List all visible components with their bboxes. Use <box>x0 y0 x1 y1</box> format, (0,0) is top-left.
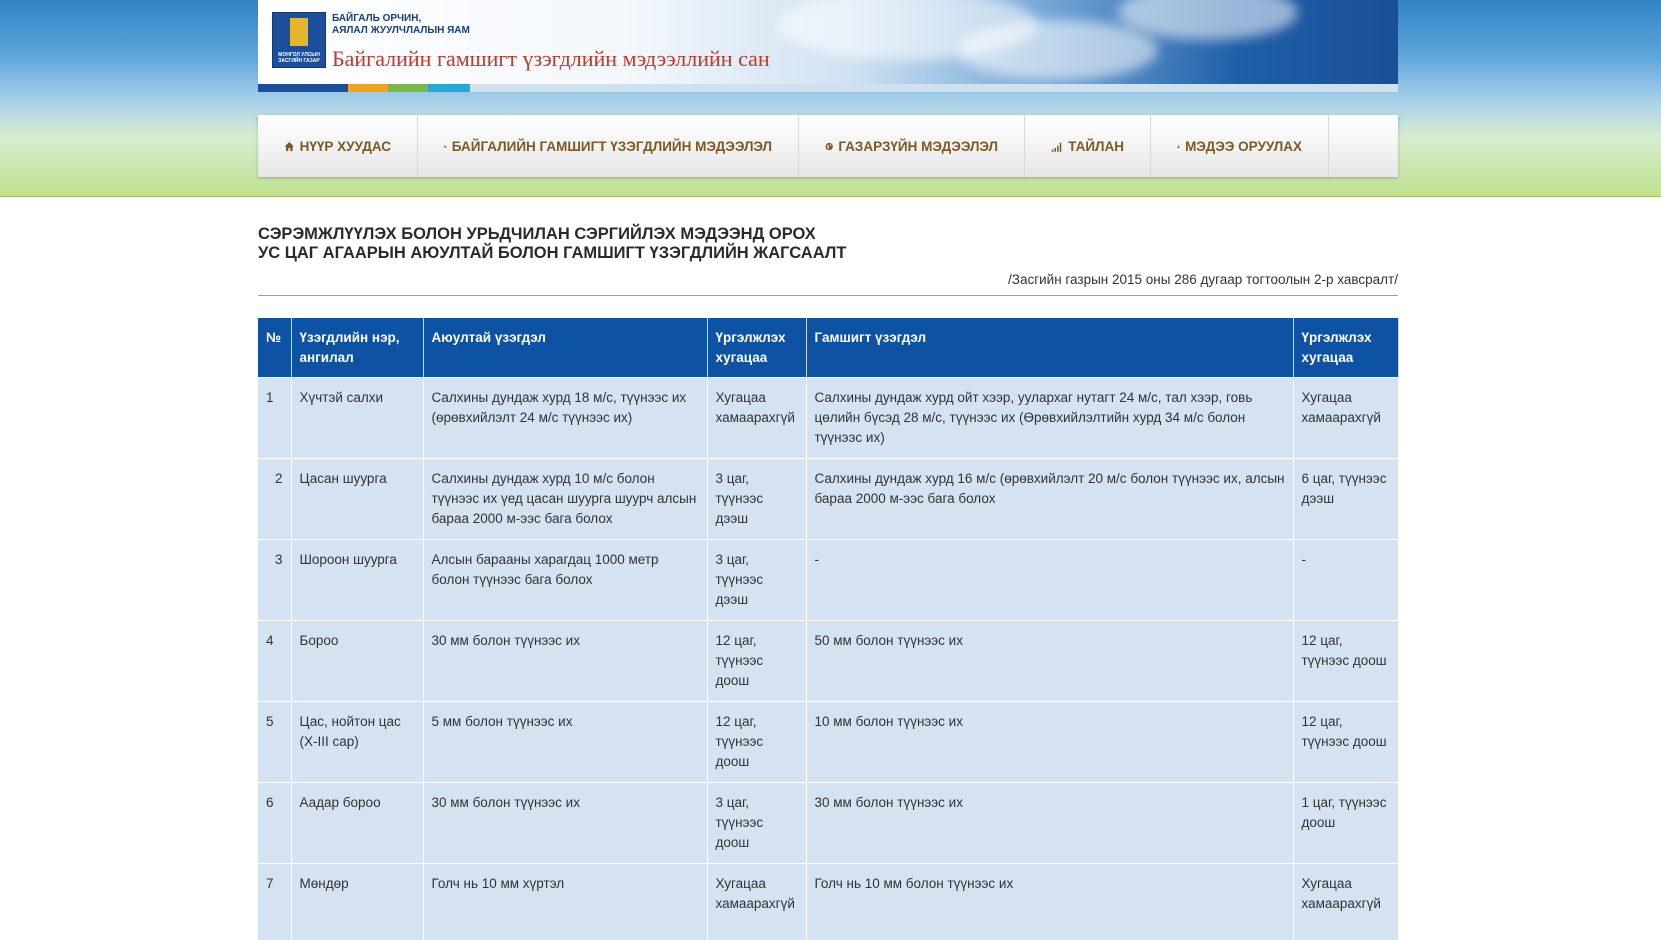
nav-item-label: ТАЙЛАН <box>1068 139 1124 154</box>
table-cell: 1 <box>258 378 291 459</box>
nav-item-label: НҮҮР ХУУДАС <box>300 139 391 154</box>
emblem-caption: МОНГОЛ УЛСЫН ЗАСГИЙН ГАЗАР <box>275 52 323 64</box>
column-header: Үргэлжлэх хугацаа <box>707 318 806 378</box>
column-header: № <box>258 318 291 378</box>
table-row: 6 Аадар бороо 30 мм болон түүнээс их 3 ц… <box>258 783 1398 864</box>
table-row: 2 Цасан шуурга Салхины дундаж хурд 10 м/… <box>258 459 1398 540</box>
nav-item-submit-news[interactable]: МЭДЭЭ ОРУУЛАХ <box>1151 115 1329 177</box>
table-cell: 6 цаг, түүнээс дээш <box>1293 459 1398 540</box>
globe-icon <box>825 140 833 153</box>
table-cell: Аадар бороо <box>291 783 423 864</box>
table-cell: Бороо <box>291 621 423 702</box>
table-cell: - <box>1293 540 1398 621</box>
table-cell: 12 цаг, түүнээс доош <box>707 621 806 702</box>
color-stripe <box>388 84 428 92</box>
table-cell: 12 цаг, түүнээс доош <box>1293 702 1398 783</box>
cloud-decoration <box>1118 0 1298 40</box>
table-cell: Хугацаа хамаарахгүй <box>707 378 806 459</box>
table-cell: 3 цаг, түүнээс доош <box>707 783 806 864</box>
table-cell: 10 мм болон түүнээс их <box>806 702 1293 783</box>
nav-item-label: БАЙГАЛИЙН ГАМШИГТ ҮЗЭГДЛИЙН МЭДЭЭЛЭЛ <box>452 139 772 154</box>
nav-item-geographic-info[interactable]: ГАЗАРЗҮЙН МЭДЭЭЛЭЛ <box>799 115 1025 177</box>
table-cell: Салхины дундаж хурд 10 м/с болон түүнээс… <box>423 459 707 540</box>
table-cell: 12 цаг, түүнээс доош <box>707 702 806 783</box>
divider <box>258 295 1398 296</box>
table-cell: - <box>806 540 1293 621</box>
cloud-decoration <box>958 20 1158 80</box>
table-cell: Мөндөр <box>291 864 423 940</box>
nav-item-label: ГАЗАРЗҮЙН МЭДЭЭЛЭЛ <box>838 139 998 154</box>
soyombo-icon <box>290 18 308 46</box>
main-navigation: НҮҮР ХУУДАС БАЙГАЛИЙН ГАМШИГТ ҮЗЭГДЛИЙН … <box>258 115 1398 177</box>
column-header: Үзэгдлийн нэр, ангилал <box>291 318 423 378</box>
table-cell: 30 мм болон түүнээс их <box>806 783 1293 864</box>
table-cell: Алсын барааны харагдац 1000 метр болон т… <box>423 540 707 621</box>
table-cell: 3 цаг, түүнээс дээш <box>707 459 806 540</box>
table-header-row: № Үзэгдлийн нэр, ангилал Аюултай үзэгдэл… <box>258 318 1398 378</box>
table-cell: Салхины дундаж хурд 16 м/с (өрөвхийлэлт … <box>806 459 1293 540</box>
nav-item-report[interactable]: ТАЙЛАН <box>1025 115 1151 177</box>
color-stripe <box>258 84 348 92</box>
page-title-line: СЭРЭМЖЛҮҮЛЭХ БОЛОН УРЬДЧИЛАН СЭРГИЙЛЭХ М… <box>258 225 846 244</box>
column-header: Гамшигт үзэгдэл <box>806 318 1293 378</box>
table-cell: 5 мм болон түүнээс их <box>423 702 707 783</box>
table-cell: 6 <box>258 783 291 864</box>
table-cell: 7 <box>258 864 291 940</box>
table-cell: Хүчтэй салхи <box>291 378 423 459</box>
column-header: Аюултай үзэгдэл <box>423 318 707 378</box>
table-cell: Салхины дундаж хурд ойт хээр, уулархаг н… <box>806 378 1293 459</box>
site-header: МОНГОЛ УЛСЫН ЗАСГИЙН ГАЗАР БАЙГАЛЬ ОРЧИН… <box>258 0 1398 84</box>
table-row: 5 Цас, нойтон цас (X-III сар) 5 мм болон… <box>258 702 1398 783</box>
color-stripe <box>470 84 1398 92</box>
table-cell: 30 мм болон түүнээс их <box>423 783 707 864</box>
table-cell: Хугацаа хамаарахгүй <box>1293 378 1398 459</box>
table-cell: 4 <box>258 621 291 702</box>
table-cell: 30 мм болон түүнээс их <box>423 621 707 702</box>
table-cell: 2 <box>258 459 291 540</box>
table-row: 7 Мөндөр Голч нь 10 мм хүртэл Хугацаа ха… <box>258 864 1398 940</box>
table-cell: Цасан шуурга <box>291 459 423 540</box>
hazard-table: № Үзэгдлийн нэр, ангилал Аюултай үзэгдэл… <box>258 318 1399 940</box>
table-cell: 50 мм болон түүнээс их <box>806 621 1293 702</box>
page-title-line: УС ЦАГ АГААРЫН АЮУЛТАЙ БОЛОН ГАМШИГТ ҮЗЭ… <box>258 244 846 263</box>
table-cell: Шороон шуурга <box>291 540 423 621</box>
folder-open-icon <box>444 140 447 153</box>
table-cell: Хугацаа хамаарахгүй <box>1293 864 1398 940</box>
table-cell: 1 цаг, түүнээс доош <box>1293 783 1398 864</box>
column-header: Үргэлжлэх хугацаа <box>1293 318 1398 378</box>
table-cell: Салхины дундаж хурд 18 м/с, түүнээс их (… <box>423 378 707 459</box>
user-icon <box>1177 140 1180 153</box>
table-cell: 3 <box>258 540 291 621</box>
home-icon <box>284 140 295 153</box>
table-row: 4 Бороо 30 мм болон түүнээс их 12 цаг, т… <box>258 621 1398 702</box>
nav-item-home[interactable]: НҮҮР ХУУДАС <box>258 115 418 177</box>
government-emblem-logo[interactable]: МОНГОЛ УЛСЫН ЗАСГИЙН ГАЗАР <box>272 12 326 68</box>
nav-item-label: МЭДЭЭ ОРУУЛАХ <box>1185 139 1302 154</box>
page-subtitle: /Засгийн газрын 2015 оны 286 дугаар тогт… <box>1008 272 1398 287</box>
table-cell: Голч нь 10 мм хүртэл <box>423 864 707 940</box>
table-cell: Голч нь 10 мм болон түүнээс их <box>806 864 1293 940</box>
nav-item-disaster-info[interactable]: БАЙГАЛИЙН ГАМШИГТ ҮЗЭГДЛИЙН МЭДЭЭЛЭЛ <box>418 115 799 177</box>
table-cell: 12 цаг, түүнээс доош <box>1293 621 1398 702</box>
table-row: 1 Хүчтэй салхи Салхины дундаж хурд 18 м/… <box>258 378 1398 459</box>
table-cell: 3 цаг, түүнээс дээш <box>707 540 806 621</box>
table-row: 3 Шороон шуурга Алсын барааны харагдац 1… <box>258 540 1398 621</box>
site-title[interactable]: Байгалийн гамшигт үзэгдлийн мэдээллийн с… <box>332 46 770 72</box>
ministry-name: БАЙГАЛЬ ОРЧИН, АЯЛАЛ ЖУУЛЧЛАЛЫН ЯАМ <box>332 13 470 37</box>
page-title: СЭРЭМЖЛҮҮЛЭХ БОЛОН УРЬДЧИЛАН СЭРГИЙЛЭХ М… <box>258 225 846 263</box>
color-stripe <box>348 84 388 92</box>
signal-icon <box>1051 140 1063 153</box>
color-stripe <box>428 84 470 92</box>
table-cell: Цас, нойтон цас (X-III сар) <box>291 702 423 783</box>
table-cell: Хугацаа хамаарахгүй <box>707 864 806 940</box>
table-cell: 5 <box>258 702 291 783</box>
